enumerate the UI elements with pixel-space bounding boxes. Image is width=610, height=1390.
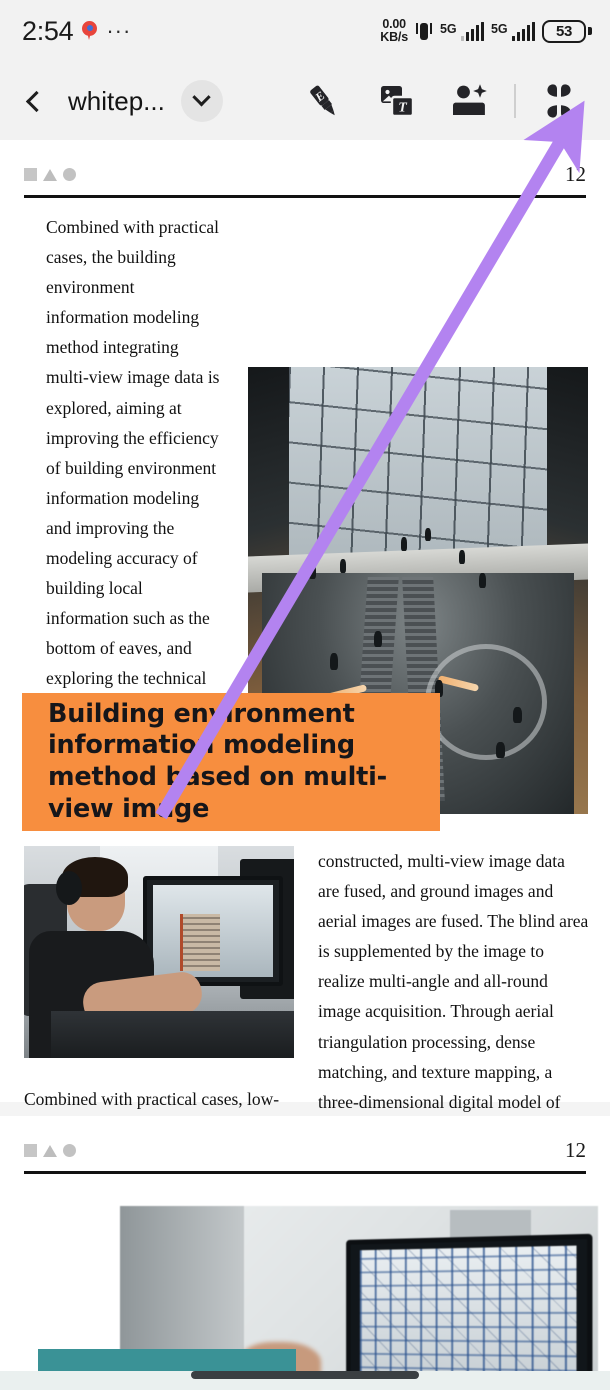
battery-percent: 53 [556,22,572,40]
grid-view-tool-button[interactable] [522,70,596,132]
phone-screen: 2:54 ··· 0.00 KB/s 5G 5G 53 whitep... E … [0,0,610,1390]
page-shape-marks [24,168,76,181]
status-bar-left: 2:54 ··· [22,16,131,47]
image-to-text-tool-button[interactable]: T [360,70,434,132]
toolbar-divider [514,84,516,118]
document-page-1[interactable]: 12 Combined with practical cases, the bu… [0,140,610,1383]
engineer-at-workstation-photo [24,846,294,1058]
page-header: 12 [0,140,610,187]
circle-icon [63,168,76,181]
title-dropdown-button[interactable] [180,80,223,122]
triangle-icon [43,168,57,181]
gesture-navigation-bar [0,1360,610,1390]
highlighter-tool-button[interactable]: E [286,70,360,132]
status-bar-right: 0.00 KB/s 5G 5G 53 [380,18,592,44]
home-gesture-pill[interactable] [191,1371,419,1379]
photo-enhance-tool-button[interactable] [434,70,508,132]
toolbar-actions: E T [286,70,610,132]
title-band: Building environment information modelin… [22,693,440,831]
image-text-icon: T [381,86,415,118]
more-dots-icon: ··· [106,18,132,43]
circle-icon [63,1144,76,1157]
triangle-icon [43,1144,57,1157]
page-shape-marks [24,1144,76,1157]
chevron-left-icon [25,90,47,112]
status-bar: 2:54 ··· 0.00 KB/s 5G 5G 53 [0,0,610,62]
signal-sim1: 5G [439,21,484,41]
page-number: 12 [565,1138,586,1162]
vibrate-icon [415,19,433,43]
svg-text:T: T [398,101,408,116]
four-petal-grid-icon [547,84,571,118]
sim2-network-label: 5G [490,21,508,36]
photo-sparkle-icon [453,84,487,115]
network-speed-unit: KB/s [380,30,408,44]
signal-bars-icon [460,21,484,41]
page-header: 12 [0,1116,610,1163]
square-icon [24,168,37,181]
chevron-down-icon [192,87,212,106]
location-pin-icon [82,21,98,41]
page-number: 12 [565,162,586,186]
highlighter-pen-icon: E [310,85,335,116]
left-column-text: Combined with practical cases, the build… [46,217,220,749]
title-band-text: Building environment information modelin… [48,698,388,824]
back-button[interactable] [10,90,62,112]
network-speed-indicator: 0.00 KB/s [380,18,408,44]
left-column: Combined with practical cases, the build… [22,212,230,754]
signal-bars-icon [511,21,535,41]
battery-indicator: 53 [542,19,592,43]
signal-sim2: 5G [490,21,535,41]
app-toolbar: whitep... E T [0,62,610,140]
sim1-network-label: 5G [439,21,457,36]
page-header-rule [24,1171,586,1174]
document-title: whitep... [68,85,165,116]
square-icon [24,1144,37,1157]
status-time: 2:54 [22,15,74,46]
